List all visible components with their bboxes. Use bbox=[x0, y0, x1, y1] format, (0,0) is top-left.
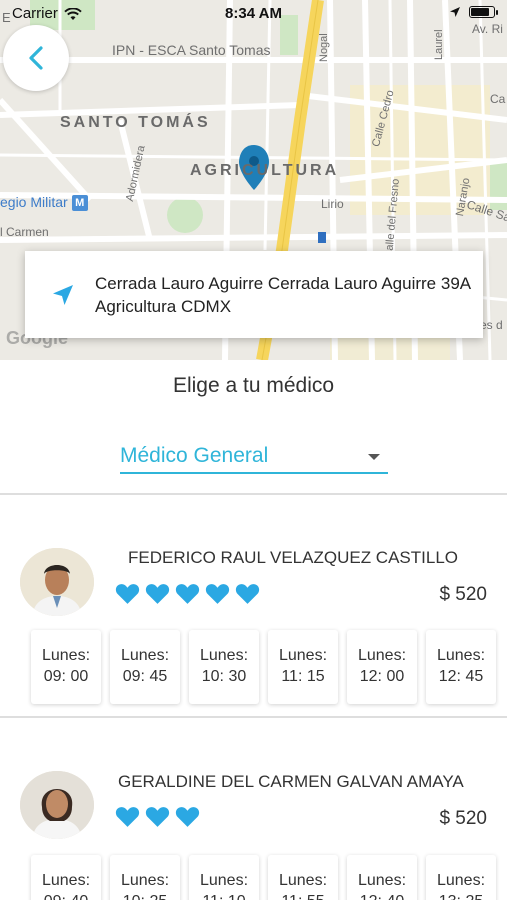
chevron-left-icon bbox=[29, 46, 43, 70]
slot-day: Lunes: bbox=[41, 872, 91, 889]
specialty-dropdown[interactable]: Médico General bbox=[120, 442, 388, 474]
address-text: Cerrada Lauro Aguirre Cerrada Lauro Agui… bbox=[95, 273, 471, 316]
slot-list: Lunes: 09: 00 Lunes: 09: 45 Lunes: 10: 30 L… bbox=[31, 630, 496, 704]
time-slot[interactable]: Lunes: 09: 40 bbox=[31, 855, 101, 900]
map-label-carmen: l Carmen bbox=[0, 225, 49, 239]
doctor-photo bbox=[20, 548, 94, 616]
slot-day: Lunes: bbox=[41, 647, 91, 664]
map-label-nogal: Nogal bbox=[318, 33, 330, 62]
price: $ 520 bbox=[439, 584, 487, 605]
doctor-photo bbox=[20, 771, 94, 839]
slot-time: 09: 45 bbox=[122, 668, 168, 685]
heart-icon bbox=[175, 584, 200, 604]
map-label-ipn: IPN - ESCA Santo Tomas bbox=[112, 42, 271, 58]
slot-time: 12: 40 bbox=[347, 891, 417, 900]
map-label-colegio-militar: egio Militar M bbox=[0, 194, 88, 212]
time-slot[interactable]: Lunes: 09: 45 bbox=[110, 630, 180, 704]
time-slot[interactable]: Lunes: 09: 00 bbox=[31, 630, 101, 704]
page-title: Elige a tu médico bbox=[172, 374, 335, 397]
doctor-name: GERALDINE DEL CARMEN GALVAN AMAYA bbox=[118, 772, 464, 791]
price: $ 520 bbox=[439, 808, 487, 829]
map-label-laurel: Laurel bbox=[433, 29, 445, 60]
doctor-name: FEDERICO RAUL VELAZQUEZ CASTILLO bbox=[128, 548, 458, 567]
slot-day: Lunes: bbox=[120, 872, 170, 889]
doctor-card[interactable]: FEDERICO RAUL VELAZQUEZ CASTILLO $ 520 L… bbox=[0, 540, 507, 710]
slot-day: Lunes: bbox=[199, 872, 249, 889]
map-label-santo-tomas: SANTO TOMÁS bbox=[60, 114, 211, 131]
map-label-agricultura: AGRICULTURA bbox=[190, 162, 340, 179]
slot-day: Lunes: bbox=[436, 647, 486, 664]
clock: 8:34 AM bbox=[225, 5, 282, 22]
time-slot[interactable]: Lunes: 11: 10 bbox=[189, 855, 259, 900]
slot-day: Lunes: bbox=[357, 872, 407, 889]
heart-icon bbox=[205, 584, 230, 604]
time-slot[interactable]: Lunes: 12: 45 bbox=[426, 630, 496, 704]
time-slot[interactable]: Lunes: 12: 40 bbox=[347, 855, 417, 900]
slot-time: 11: 55 bbox=[268, 891, 338, 900]
heart-icon bbox=[145, 807, 170, 827]
slot-day: Lunes: bbox=[278, 647, 328, 664]
avatar bbox=[20, 771, 94, 839]
specialty-selected: Médico General bbox=[120, 444, 269, 467]
divider bbox=[0, 716, 507, 718]
heart-icon bbox=[145, 584, 170, 604]
caret-down-icon bbox=[368, 454, 380, 460]
navigation-arrow-icon bbox=[53, 284, 73, 305]
metro-icon: M bbox=[71, 195, 88, 212]
map-label-es-d: es d bbox=[480, 318, 503, 332]
avatar bbox=[20, 548, 94, 616]
location-arrow-icon bbox=[450, 7, 460, 17]
rating-hearts bbox=[115, 582, 260, 605]
status-bar: Carrier 8:34 AM bbox=[0, 0, 507, 28]
battery-icon bbox=[469, 6, 498, 18]
slot-time: 12: 00 bbox=[359, 668, 405, 685]
time-slot[interactable]: Lunes: 11: 55 bbox=[268, 855, 338, 900]
slot-day: Lunes: bbox=[120, 647, 170, 664]
slot-time: 09: 00 bbox=[43, 668, 89, 685]
time-slot[interactable]: Lunes: 10: 30 bbox=[189, 630, 259, 704]
rating-hearts bbox=[115, 805, 200, 828]
slot-time: 13: 25 bbox=[426, 891, 496, 900]
status-icons bbox=[449, 6, 498, 18]
map-label-ca: Ca bbox=[490, 92, 506, 106]
slot-time: 10: 30 bbox=[201, 668, 247, 685]
slot-day: Lunes: bbox=[199, 647, 249, 664]
time-slot[interactable]: Lunes: 10: 25 bbox=[110, 855, 180, 900]
slot-time: 12: 45 bbox=[438, 668, 484, 685]
heart-icon bbox=[175, 807, 200, 827]
slot-time: 09: 40 bbox=[31, 891, 101, 900]
slot-day: Lunes: bbox=[357, 647, 407, 664]
heart-icon bbox=[115, 584, 140, 604]
slot-day: Lunes: bbox=[278, 872, 328, 889]
time-slot[interactable]: Lunes: 11: 15 bbox=[268, 630, 338, 704]
heart-icon bbox=[235, 584, 260, 604]
heart-icon bbox=[115, 807, 140, 827]
divider bbox=[0, 493, 507, 495]
map-label-lirio: Lirio bbox=[321, 197, 344, 211]
back-button[interactable] bbox=[3, 25, 69, 91]
time-slot[interactable]: Lunes: 13: 25 bbox=[426, 855, 496, 900]
time-slot[interactable]: Lunes: 12: 00 bbox=[347, 630, 417, 704]
address-card[interactable]: Cerrada Lauro Aguirre Cerrada Lauro Agui… bbox=[25, 251, 483, 338]
slot-day: Lunes: bbox=[436, 872, 486, 889]
slot-time: 11: 10 bbox=[189, 891, 259, 900]
doctor-card[interactable]: GERALDINE DEL CARMEN GALVAN AMAYA $ 520 … bbox=[0, 764, 507, 900]
slot-time: 11: 15 bbox=[281, 668, 325, 685]
slot-list: Lunes: 09: 40 Lunes: 10: 25 Lunes: 11: 10 L… bbox=[31, 855, 496, 900]
slot-time: 10: 25 bbox=[110, 891, 180, 900]
